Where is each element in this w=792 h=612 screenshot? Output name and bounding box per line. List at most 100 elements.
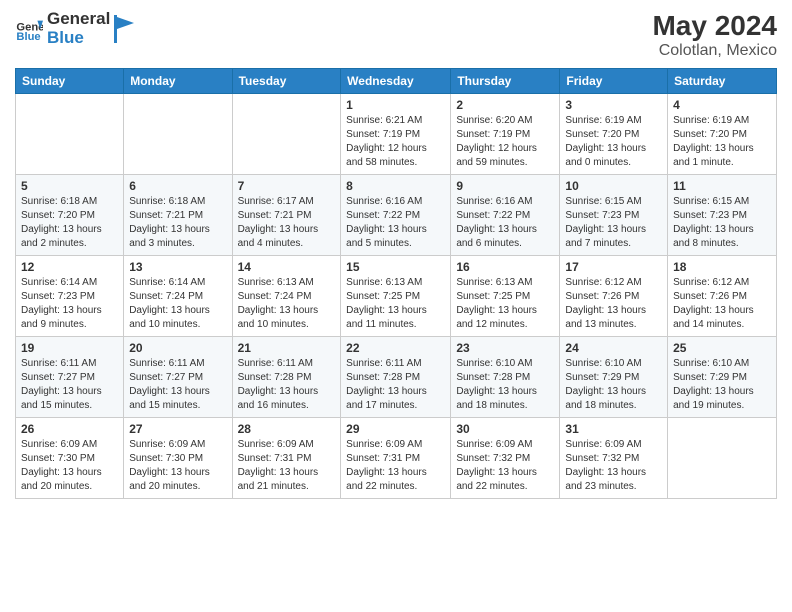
day-info: Sunrise: 6:09 AMSunset: 7:32 PMDaylight:…: [565, 438, 662, 494]
day-info: Sunrise: 6:09 AMSunset: 7:30 PMDaylight:…: [129, 438, 226, 494]
day-info: Sunrise: 6:12 AMSunset: 7:26 PMDaylight:…: [565, 276, 662, 332]
day-info: Sunrise: 6:11 AMSunset: 7:27 PMDaylight:…: [129, 357, 226, 413]
header-tuesday: Tuesday: [232, 69, 341, 94]
day-info: Sunrise: 6:13 AMSunset: 7:25 PMDaylight:…: [456, 276, 554, 332]
day-number: 16: [456, 260, 554, 274]
calendar-cell: 30 Sunrise: 6:09 AMSunset: 7:32 PMDayligh…: [451, 418, 560, 499]
day-number: 12: [21, 260, 118, 274]
day-number: 25: [673, 341, 771, 355]
day-info: Sunrise: 6:10 AMSunset: 7:28 PMDaylight:…: [456, 357, 554, 413]
header: General Blue General Blue May 2024 Colot…: [15, 10, 777, 60]
calendar-cell: 1Sunrise: 6:21 AMSunset: 7:19 PMDaylight…: [341, 94, 451, 175]
day-number: 4: [673, 98, 771, 112]
header-saturday: Saturday: [668, 69, 777, 94]
day-number: 20: [129, 341, 226, 355]
day-number: 17: [565, 260, 662, 274]
calendar-cell: 4 Sunrise: 6:19 AMSunset: 7:20 PMDaylight…: [668, 94, 777, 175]
day-number: 15: [346, 260, 445, 274]
calendar-cell: [668, 418, 777, 499]
day-number: 11: [673, 179, 771, 193]
day-number: 24: [565, 341, 662, 355]
calendar-cell: 27Sunrise: 6:09 AMSunset: 7:30 PMDayligh…: [124, 418, 232, 499]
day-number: 8: [346, 179, 445, 193]
calendar-cell: 2Sunrise: 6:20 AMSunset: 7:19 PMDaylight…: [451, 94, 560, 175]
day-info: Sunrise: 6:11 AMSunset: 7:27 PMDaylight:…: [21, 357, 118, 413]
day-info: Sunrise: 6:19 AMSunset: 7:20 PMDaylight:…: [673, 114, 771, 170]
svg-text:Blue: Blue: [16, 31, 40, 43]
day-info: Sunrise: 6:09 AMSunset: 7:31 PMDaylight:…: [346, 438, 445, 494]
day-number: 2: [456, 98, 554, 112]
calendar-cell: 12 Sunrise: 6:14 AMSunset: 7:23 PMDayligh…: [16, 256, 124, 337]
calendar-cell: 28 Sunrise: 6:09 AMSunset: 7:31 PMDayligh…: [232, 418, 341, 499]
day-info: Sunrise: 6:09 AMSunset: 7:30 PMDaylight:…: [21, 438, 118, 494]
title-block: May 2024 Colotlan, Mexico: [652, 10, 777, 60]
calendar-cell: 8 Sunrise: 6:16 AMSunset: 7:22 PMDaylight…: [341, 175, 451, 256]
calendar-week-row: 26 Sunrise: 6:09 AMSunset: 7:30 PMDayligh…: [16, 418, 777, 499]
header-friday: Friday: [560, 69, 668, 94]
day-number: 22: [346, 341, 445, 355]
location-title: Colotlan, Mexico: [652, 42, 777, 60]
calendar-cell: 10 Sunrise: 6:15 AMSunset: 7:23 PMDayligh…: [560, 175, 668, 256]
day-info: Sunrise: 6:19 AMSunset: 7:20 PMDaylight:…: [565, 114, 662, 170]
day-info: Sunrise: 6:21 AMSunset: 7:19 PMDaylight:…: [346, 114, 445, 170]
day-info: Sunrise: 6:13 AMSunset: 7:24 PMDaylight:…: [238, 276, 336, 332]
calendar-cell: 17 Sunrise: 6:12 AMSunset: 7:26 PMDayligh…: [560, 256, 668, 337]
calendar-week-row: 5Sunrise: 6:18 AMSunset: 7:20 PMDaylight…: [16, 175, 777, 256]
calendar-table: Sunday Monday Tuesday Wednesday Thursday…: [15, 68, 777, 499]
day-info: Sunrise: 6:15 AMSunset: 7:23 PMDaylight:…: [673, 195, 771, 251]
logo-blue: Blue: [47, 29, 110, 48]
calendar-cell: 20 Sunrise: 6:11 AMSunset: 7:27 PMDayligh…: [124, 337, 232, 418]
day-number: 3: [565, 98, 662, 112]
calendar-page: General Blue General Blue May 2024 Colot…: [0, 0, 792, 612]
day-number: 19: [21, 341, 118, 355]
day-info: Sunrise: 6:11 AMSunset: 7:28 PMDaylight:…: [346, 357, 445, 413]
calendar-cell: 26 Sunrise: 6:09 AMSunset: 7:30 PMDayligh…: [16, 418, 124, 499]
day-number: 23: [456, 341, 554, 355]
day-number: 10: [565, 179, 662, 193]
day-info: Sunrise: 6:09 AMSunset: 7:31 PMDaylight:…: [238, 438, 336, 494]
day-number: 21: [238, 341, 336, 355]
calendar-cell: 9Sunrise: 6:16 AMSunset: 7:22 PMDaylight…: [451, 175, 560, 256]
day-number: 26: [21, 422, 118, 436]
calendar-cell: 29Sunrise: 6:09 AMSunset: 7:31 PMDayligh…: [341, 418, 451, 499]
calendar-week-row: 1Sunrise: 6:21 AMSunset: 7:19 PMDaylight…: [16, 94, 777, 175]
day-number: 30: [456, 422, 554, 436]
calendar-cell: 11 Sunrise: 6:15 AMSunset: 7:23 PMDayligh…: [668, 175, 777, 256]
day-info: Sunrise: 6:12 AMSunset: 7:26 PMDaylight:…: [673, 276, 771, 332]
calendar-cell: [16, 94, 124, 175]
day-info: Sunrise: 6:09 AMSunset: 7:32 PMDaylight:…: [456, 438, 554, 494]
month-year-title: May 2024: [652, 10, 777, 42]
day-number: 13: [129, 260, 226, 274]
day-info: Sunrise: 6:15 AMSunset: 7:23 PMDaylight:…: [565, 195, 662, 251]
calendar-week-row: 12 Sunrise: 6:14 AMSunset: 7:23 PMDayligh…: [16, 256, 777, 337]
day-number: 28: [238, 422, 336, 436]
day-info: Sunrise: 6:17 AMSunset: 7:21 PMDaylight:…: [238, 195, 336, 251]
day-info: Sunrise: 6:16 AMSunset: 7:22 PMDaylight:…: [456, 195, 554, 251]
day-info: Sunrise: 6:18 AMSunset: 7:21 PMDaylight:…: [129, 195, 226, 251]
day-info: Sunrise: 6:16 AMSunset: 7:22 PMDaylight:…: [346, 195, 445, 251]
day-info: Sunrise: 6:14 AMSunset: 7:24 PMDaylight:…: [129, 276, 226, 332]
calendar-cell: 16 Sunrise: 6:13 AMSunset: 7:25 PMDayligh…: [451, 256, 560, 337]
day-info: Sunrise: 6:13 AMSunset: 7:25 PMDaylight:…: [346, 276, 445, 332]
day-info: Sunrise: 6:10 AMSunset: 7:29 PMDaylight:…: [673, 357, 771, 413]
day-info: Sunrise: 6:14 AMSunset: 7:23 PMDaylight:…: [21, 276, 118, 332]
calendar-cell: 15 Sunrise: 6:13 AMSunset: 7:25 PMDayligh…: [341, 256, 451, 337]
logo-general: General: [47, 10, 110, 29]
day-number: 31: [565, 422, 662, 436]
calendar-cell: 14 Sunrise: 6:13 AMSunset: 7:24 PMDayligh…: [232, 256, 341, 337]
day-number: 18: [673, 260, 771, 274]
calendar-cell: 31 Sunrise: 6:09 AMSunset: 7:32 PMDayligh…: [560, 418, 668, 499]
header-monday: Monday: [124, 69, 232, 94]
day-number: 14: [238, 260, 336, 274]
calendar-cell: [232, 94, 341, 175]
calendar-cell: 3 Sunrise: 6:19 AMSunset: 7:20 PMDaylight…: [560, 94, 668, 175]
calendar-cell: 5Sunrise: 6:18 AMSunset: 7:20 PMDaylight…: [16, 175, 124, 256]
header-wednesday: Wednesday: [341, 69, 451, 94]
calendar-cell: 6Sunrise: 6:18 AMSunset: 7:21 PMDaylight…: [124, 175, 232, 256]
calendar-cell: 22 Sunrise: 6:11 AMSunset: 7:28 PMDayligh…: [341, 337, 451, 418]
calendar-header-row: Sunday Monday Tuesday Wednesday Thursday…: [16, 69, 777, 94]
calendar-cell: 13 Sunrise: 6:14 AMSunset: 7:24 PMDayligh…: [124, 256, 232, 337]
calendar-cell: 19 Sunrise: 6:11 AMSunset: 7:27 PMDayligh…: [16, 337, 124, 418]
header-sunday: Sunday: [16, 69, 124, 94]
calendar-week-row: 19 Sunrise: 6:11 AMSunset: 7:27 PMDayligh…: [16, 337, 777, 418]
